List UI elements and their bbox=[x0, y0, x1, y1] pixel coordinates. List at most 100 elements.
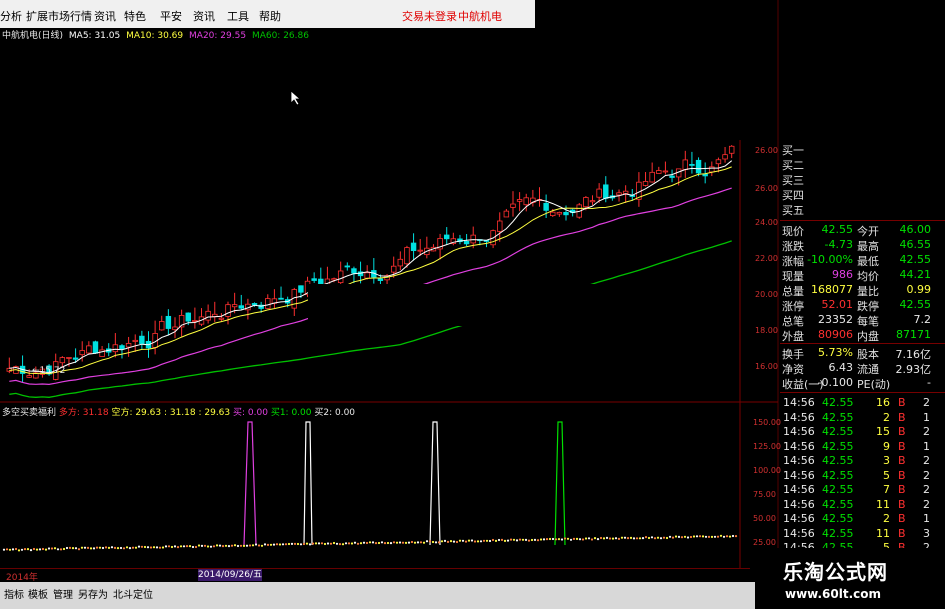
indicator-dot bbox=[107, 546, 111, 550]
indicator-dot bbox=[11, 548, 15, 551]
price-axis-label: 24.00 bbox=[755, 218, 778, 227]
indicator-dot bbox=[614, 537, 618, 540]
candle-body bbox=[205, 310, 211, 321]
indicator-dot bbox=[692, 535, 696, 538]
indicator-dot bbox=[146, 546, 150, 549]
indicator-dot bbox=[308, 543, 312, 546]
tab-save-as[interactable]: 另存为 bbox=[78, 586, 108, 601]
indicator-dot bbox=[449, 540, 453, 543]
candle-body bbox=[231, 304, 238, 308]
indicator-dot bbox=[281, 543, 285, 546]
indicator-dot bbox=[56, 548, 60, 551]
indicator-dot bbox=[329, 542, 333, 545]
indicator-dot bbox=[164, 545, 168, 548]
indicator-dot bbox=[359, 542, 363, 545]
indicator-dot bbox=[200, 544, 204, 548]
indicator-dot bbox=[293, 542, 297, 546]
price-axis-label: 26.00 bbox=[755, 184, 778, 193]
ind-axis-label: 75.00 bbox=[753, 490, 776, 499]
candle-body bbox=[669, 175, 675, 178]
candle-body bbox=[470, 234, 476, 244]
candle-body bbox=[132, 339, 138, 342]
indicator-dot bbox=[524, 538, 528, 542]
tick-row: 14:56 42.55 11 B 3 bbox=[783, 526, 930, 540]
indicator-dot bbox=[176, 546, 180, 549]
indicator-dot bbox=[353, 541, 357, 544]
indicator-dot bbox=[641, 537, 645, 540]
indicator-dot bbox=[650, 536, 654, 539]
tab-indicator[interactable]: 指标 bbox=[4, 586, 24, 601]
indicator-dot bbox=[695, 535, 699, 538]
indicator-dot bbox=[605, 536, 609, 540]
quote-row: 净资 6.43 流通 2.93亿 bbox=[782, 361, 931, 376]
tab-template[interactable]: 模板 bbox=[28, 586, 48, 601]
ind-axis-label: 150.00 bbox=[753, 418, 781, 427]
indicator-dot bbox=[71, 547, 75, 550]
indicator-dot bbox=[707, 535, 711, 539]
candle-body bbox=[66, 357, 72, 359]
mouse-cursor-icon bbox=[290, 90, 302, 106]
tick-row: 14:56 42.55 9 B 1 bbox=[783, 439, 930, 453]
indicator-dot bbox=[380, 541, 384, 544]
indicator-dot bbox=[488, 539, 492, 543]
indicator-dot bbox=[506, 539, 510, 542]
indicator-dot bbox=[539, 538, 543, 541]
quote-row: 现价 42.55 今开 46.00 bbox=[782, 223, 931, 238]
indicator-dot bbox=[407, 541, 411, 544]
indicator-dot bbox=[233, 544, 237, 547]
ind-axis-label: 50.00 bbox=[753, 514, 776, 523]
candle-body bbox=[390, 265, 397, 273]
indicator-dot bbox=[446, 540, 450, 544]
indicator-dot bbox=[167, 545, 171, 548]
indicator-dot bbox=[131, 546, 135, 549]
candle-body bbox=[656, 170, 662, 174]
indicator-dot bbox=[635, 537, 639, 540]
indicator-dot bbox=[464, 540, 468, 543]
indicator-dot bbox=[686, 536, 690, 539]
ind-axis-label: 25.00 bbox=[753, 538, 776, 547]
indicator-dot bbox=[473, 540, 477, 543]
bid-level: 买一 bbox=[782, 144, 804, 157]
indicator-dot bbox=[404, 541, 408, 545]
price-axis-label: 18.00 bbox=[755, 326, 778, 335]
indicator-dot bbox=[509, 538, 513, 541]
indicator-dot bbox=[620, 536, 624, 539]
watermark-url: www.60lt.com bbox=[785, 587, 882, 601]
indicator-dot bbox=[272, 543, 276, 546]
indicator-dot bbox=[410, 540, 414, 544]
indicator-dot bbox=[437, 541, 441, 544]
quote-panel: 买一 买二 买三 买四 买五 现价 42.55 今开 46.00 涨跌 -4.73 最高 46… bbox=[780, 140, 945, 570]
tab-beidou[interactable]: 北斗定位 bbox=[113, 586, 153, 601]
indicator-dot bbox=[341, 543, 345, 546]
indicator-dot bbox=[227, 545, 231, 548]
candle-body bbox=[351, 268, 357, 274]
indicator-dot bbox=[152, 546, 156, 549]
indicator-dot bbox=[185, 545, 189, 548]
indicator-dot bbox=[356, 542, 360, 545]
indicator-dot bbox=[62, 547, 66, 551]
indicator-dot bbox=[461, 539, 465, 542]
indicator-dot bbox=[632, 537, 636, 540]
indicator-dot bbox=[653, 537, 657, 540]
indicator-dot bbox=[401, 541, 405, 544]
indicator-dot bbox=[716, 535, 720, 538]
indicator-dot bbox=[491, 538, 495, 542]
candle-body bbox=[218, 317, 225, 320]
indicator-dot bbox=[581, 538, 585, 541]
indicator-dot bbox=[173, 545, 177, 548]
candle-body bbox=[337, 270, 344, 284]
indicator-dot bbox=[50, 547, 54, 550]
indicator-dot bbox=[29, 549, 33, 552]
bottom-tab-bar: 指标 模板 管理 另存为 北斗定位 bbox=[0, 582, 760, 609]
tab-manage[interactable]: 管理 bbox=[53, 586, 73, 601]
bid-level: 买五 bbox=[782, 204, 804, 217]
indicator-dot bbox=[206, 545, 210, 548]
indicator-dot bbox=[626, 537, 630, 540]
indicator-dot bbox=[224, 544, 228, 547]
indicator-dot bbox=[110, 546, 114, 549]
indicator-spike bbox=[303, 421, 313, 546]
indicator-spike bbox=[243, 421, 257, 546]
candle-body bbox=[125, 343, 132, 348]
indicator-dot bbox=[188, 545, 192, 548]
indicator-dot bbox=[242, 544, 246, 548]
